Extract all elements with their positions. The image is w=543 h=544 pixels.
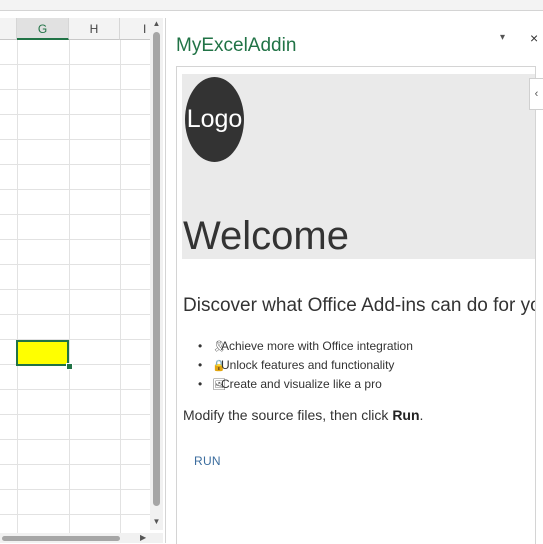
selected-cell[interactable] bbox=[16, 340, 69, 366]
fill-handle[interactable] bbox=[66, 363, 73, 370]
grid-line bbox=[0, 214, 150, 215]
chevron-left-icon[interactable]: ‹ bbox=[529, 78, 543, 110]
grid-line bbox=[0, 414, 150, 415]
feature-list: 🎗Achieve more with Office integration 🔒U… bbox=[198, 337, 413, 394]
grid-line bbox=[0, 489, 150, 490]
grid-line bbox=[0, 314, 150, 315]
instructions-suffix: . bbox=[419, 407, 424, 423]
grid-line bbox=[0, 239, 150, 240]
grid-line bbox=[0, 114, 150, 115]
grid-line bbox=[0, 264, 150, 265]
column-header-g[interactable]: G bbox=[17, 18, 69, 40]
chevron-down-icon[interactable]: ▾ bbox=[500, 32, 505, 43]
column-header-h[interactable]: H bbox=[69, 18, 120, 40]
grid-line bbox=[0, 289, 150, 290]
grid-line bbox=[0, 164, 150, 165]
discover-heading: Discover what Office Add-ins can do for … bbox=[183, 295, 535, 316]
column-header-i[interactable]: I bbox=[120, 18, 150, 40]
vertical-scrollbar[interactable]: ▲ ▼ bbox=[150, 18, 163, 530]
task-pane-title: MyExcelAddin bbox=[176, 35, 297, 56]
feature-text: Unlock features and functionality bbox=[221, 358, 395, 372]
ribbon-icon: 🎗 bbox=[212, 341, 226, 353]
grid-line bbox=[0, 64, 150, 65]
grid-line bbox=[0, 139, 150, 140]
scroll-down-icon[interactable]: ▼ bbox=[150, 516, 163, 528]
grid-line bbox=[0, 439, 150, 440]
task-pane: MyExcelAddin ▾ × Logo Welcome Discover w… bbox=[165, 18, 543, 544]
list-item: 🖼Create and visualize like a pro bbox=[198, 375, 413, 394]
grid-line bbox=[0, 389, 150, 390]
welcome-heading: Welcome bbox=[183, 214, 349, 258]
logo: Logo bbox=[185, 77, 244, 162]
horizontal-scrollbar[interactable]: ▶ bbox=[0, 533, 163, 543]
feature-text: Create and visualize like a pro bbox=[221, 377, 382, 391]
worksheet-grid[interactable]: G H I bbox=[0, 18, 150, 538]
grid-line bbox=[0, 464, 150, 465]
grid-line bbox=[0, 189, 150, 190]
list-item: 🔒Unlock features and functionality bbox=[198, 356, 413, 375]
task-pane-content: Logo Welcome Discover what Office Add-in… bbox=[176, 66, 536, 544]
scrollbar-thumb[interactable] bbox=[153, 32, 160, 506]
column-header-f[interactable] bbox=[0, 18, 17, 40]
instructions-text: Modify the source files, then click Run. bbox=[183, 407, 423, 423]
scroll-right-icon[interactable]: ▶ bbox=[140, 533, 146, 543]
grid-line bbox=[0, 89, 150, 90]
run-button[interactable]: RUN bbox=[194, 454, 221, 468]
close-icon[interactable]: × bbox=[530, 30, 538, 46]
hero-header: Logo Welcome bbox=[182, 74, 535, 259]
grid-line bbox=[0, 514, 150, 515]
instructions-prefix: Modify the source files, then click bbox=[183, 407, 393, 423]
instructions-bold: Run bbox=[392, 407, 420, 423]
scrollbar-thumb[interactable] bbox=[2, 536, 120, 541]
feature-text: Achieve more with Office integration bbox=[221, 339, 413, 353]
lock-icon: 🔒 bbox=[212, 360, 226, 372]
list-item: 🎗Achieve more with Office integration bbox=[198, 337, 413, 356]
design-icon: 🖼 bbox=[212, 379, 226, 391]
window-top-strip bbox=[0, 0, 543, 11]
scroll-up-icon[interactable]: ▲ bbox=[150, 18, 163, 30]
